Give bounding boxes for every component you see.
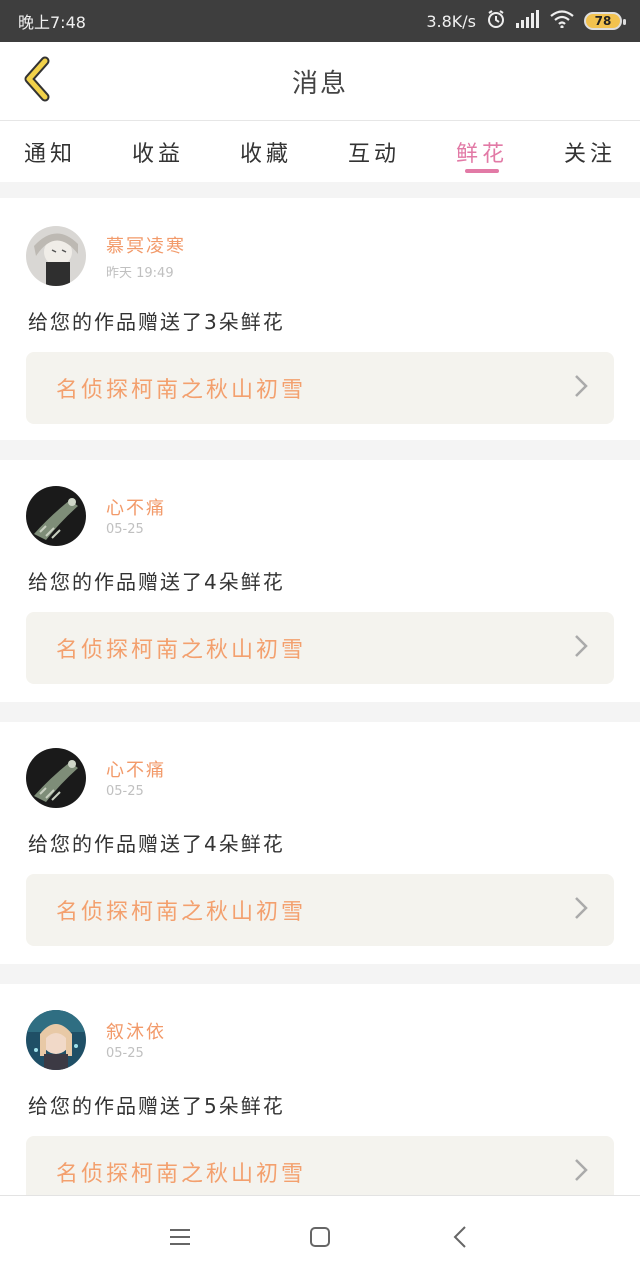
timestamp: 昨天 19:49 bbox=[106, 266, 174, 281]
tab-notifications[interactable]: 通知 bbox=[20, 121, 80, 183]
timestamp: 05-25 bbox=[106, 784, 144, 799]
sender-name[interactable]: 心不痛 bbox=[106, 494, 166, 520]
gift-message: 给您的作品赠送了4朵鲜花 bbox=[28, 832, 285, 856]
avatar[interactable] bbox=[26, 226, 86, 286]
timestamp: 05-25 bbox=[106, 1046, 144, 1061]
alarm-icon bbox=[486, 9, 506, 33]
status-time: 晚上7:48 bbox=[18, 13, 86, 32]
back-triangle-icon bbox=[452, 1225, 468, 1253]
work-link[interactable]: 名侦探柯南之秋山初雪 bbox=[26, 352, 614, 424]
tab-favorites[interactable]: 收藏 bbox=[236, 121, 296, 183]
work-title: 名侦探柯南之秋山初雪 bbox=[56, 900, 307, 925]
gift-message: 给您的作品赠送了3朵鲜花 bbox=[28, 310, 285, 334]
home-square-icon bbox=[308, 1225, 332, 1253]
home-button[interactable] bbox=[298, 1217, 342, 1261]
signal-icon bbox=[516, 10, 540, 32]
list-item: 慕冥凌寒 昨天 19:49 给您的作品赠送了3朵鲜花 名侦探柯南之秋山初雪 bbox=[0, 198, 640, 440]
flower-message-list: 慕冥凌寒 昨天 19:49 给您的作品赠送了3朵鲜花 名侦探柯南之秋山初雪 心不… bbox=[0, 198, 640, 1246]
work-title: 名侦探柯南之秋山初雪 bbox=[56, 638, 307, 663]
avatar[interactable] bbox=[26, 1010, 86, 1070]
work-title: 名侦探柯南之秋山初雪 bbox=[56, 1162, 307, 1187]
chevron-right-icon bbox=[574, 634, 588, 662]
back-button[interactable] bbox=[12, 56, 62, 106]
work-link[interactable]: 名侦探柯南之秋山初雪 bbox=[26, 874, 614, 946]
timestamp: 05-25 bbox=[106, 522, 144, 537]
tab-follows[interactable]: 关注 bbox=[560, 121, 620, 183]
status-icons: 3.8K/s 78 bbox=[426, 9, 626, 33]
gift-message: 给您的作品赠送了4朵鲜花 bbox=[28, 570, 285, 594]
work-title: 名侦探柯南之秋山初雪 bbox=[56, 378, 307, 403]
network-speed: 3.8K/s bbox=[426, 11, 476, 31]
tab-earnings[interactable]: 收益 bbox=[128, 121, 188, 183]
avatar[interactable] bbox=[26, 748, 86, 808]
list-item: 心不痛 05-25 给您的作品赠送了4朵鲜花 名侦探柯南之秋山初雪 bbox=[0, 722, 640, 964]
tab-interactions[interactable]: 互动 bbox=[344, 121, 404, 183]
status-bar: 晚上7:48 3.8K/s 78 bbox=[0, 0, 640, 42]
sender-name[interactable]: 叙沐依 bbox=[106, 1018, 166, 1044]
back-nav-button[interactable] bbox=[438, 1217, 482, 1261]
header-bar: 消息 bbox=[0, 42, 640, 120]
menu-button[interactable] bbox=[158, 1217, 202, 1261]
page-title: 消息 bbox=[291, 68, 348, 99]
menu-icon bbox=[168, 1227, 192, 1251]
gift-message: 给您的作品赠送了5朵鲜花 bbox=[28, 1094, 285, 1118]
category-tabs: 通知 收益 收藏 互动 鲜花 关注 bbox=[0, 120, 640, 182]
list-item: 叙沐依 05-25 给您的作品赠送了5朵鲜花 名侦探柯南之秋山初雪 bbox=[0, 984, 640, 1226]
chevron-left-icon bbox=[19, 55, 55, 107]
battery-icon: 78 bbox=[584, 12, 626, 30]
chevron-right-icon bbox=[574, 896, 588, 924]
system-nav-bar bbox=[0, 1195, 640, 1281]
sender-name[interactable]: 慕冥凌寒 bbox=[106, 232, 186, 258]
tab-flowers[interactable]: 鲜花 bbox=[452, 121, 512, 183]
list-item: 心不痛 05-25 给您的作品赠送了4朵鲜花 名侦探柯南之秋山初雪 bbox=[0, 460, 640, 702]
work-link[interactable]: 名侦探柯南之秋山初雪 bbox=[26, 612, 614, 684]
wifi-icon bbox=[550, 10, 574, 32]
avatar[interactable] bbox=[26, 486, 86, 546]
chevron-right-icon bbox=[574, 1158, 588, 1186]
chevron-right-icon bbox=[574, 374, 588, 402]
sender-name[interactable]: 心不痛 bbox=[106, 756, 166, 782]
